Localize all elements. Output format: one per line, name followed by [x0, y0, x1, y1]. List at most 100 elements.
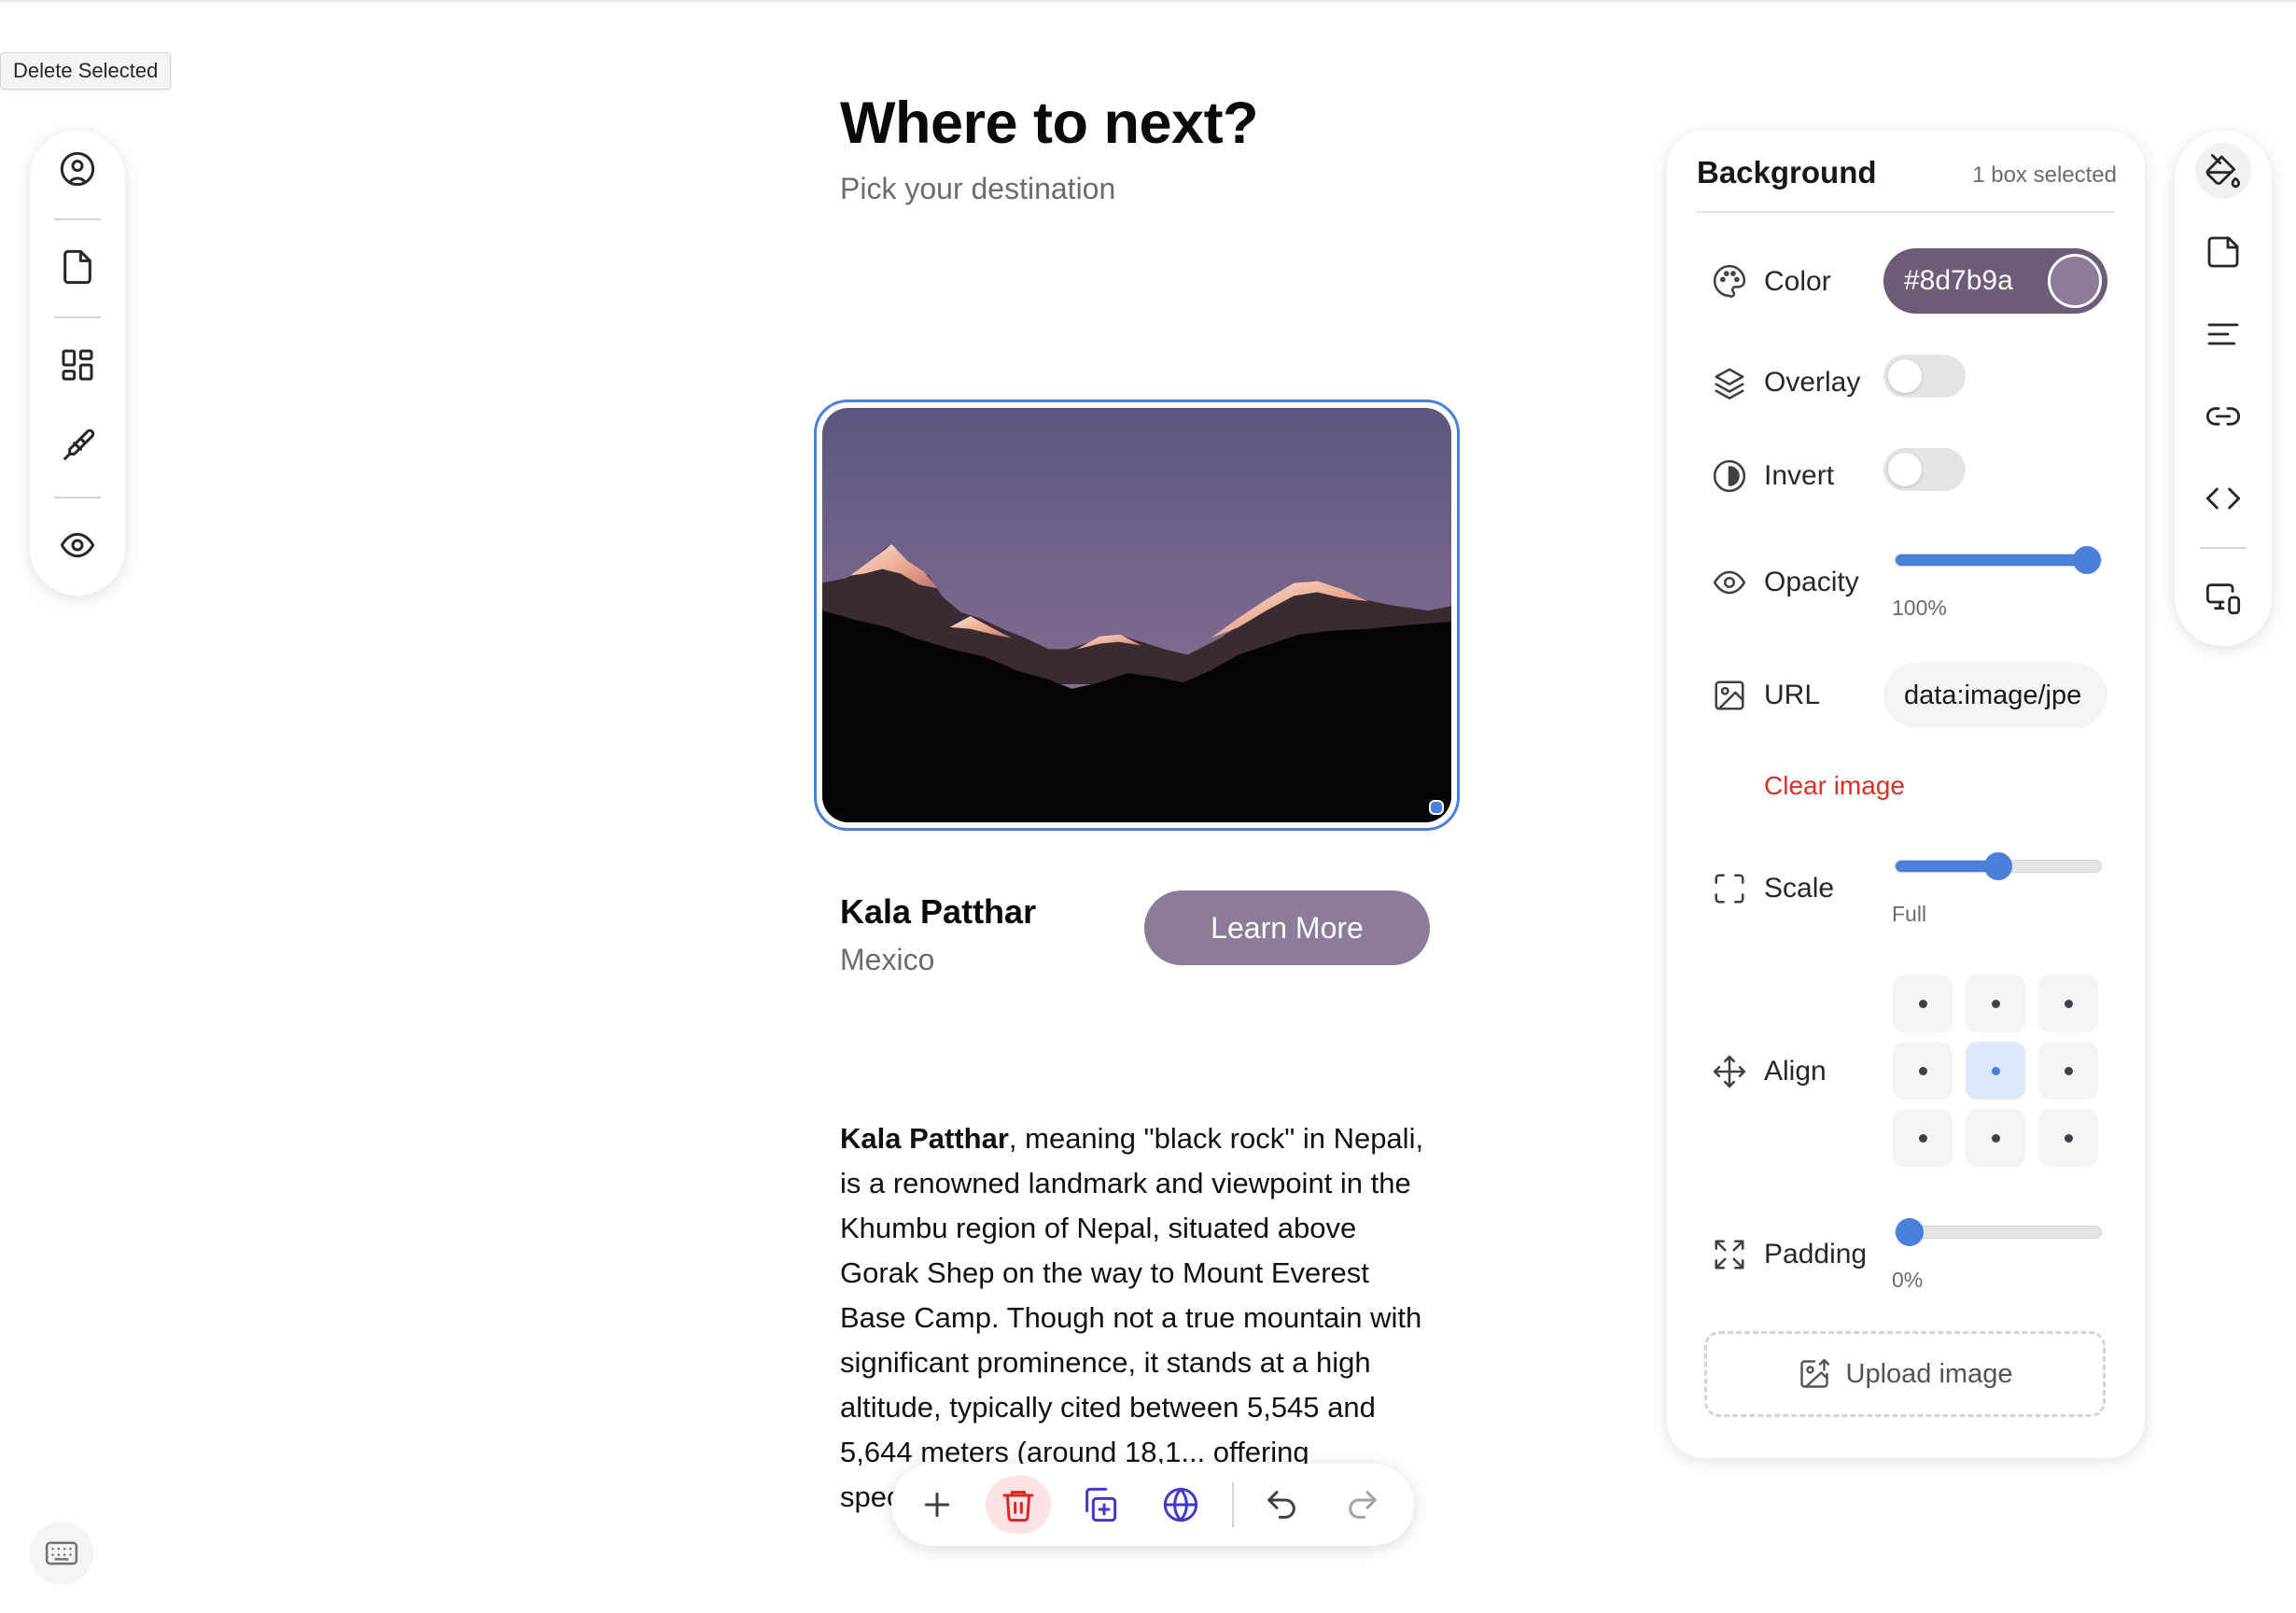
- align-center[interactable]: [1966, 1042, 2025, 1100]
- align-bottom-left[interactable]: [1893, 1109, 1953, 1167]
- code-icon: [2205, 487, 2241, 510]
- keyboard-shortcuts-button[interactable]: [30, 1522, 93, 1585]
- sticky-note-icon: [2207, 236, 2239, 268]
- align-bottom-right[interactable]: [2038, 1109, 2098, 1167]
- right-toolbar: [2175, 131, 2272, 646]
- contrast-icon: [1712, 458, 1747, 494]
- align-middle-right[interactable]: [2038, 1042, 2098, 1100]
- align-top-center[interactable]: [1966, 975, 2025, 1032]
- learn-more-button[interactable]: Learn More: [1144, 891, 1430, 965]
- paint-bucket-icon: [2205, 153, 2241, 188]
- toolbar-divider: [54, 218, 101, 220]
- scale-slider-thumb[interactable]: [1984, 852, 2012, 880]
- align-top-right[interactable]: [2038, 975, 2098, 1032]
- link-tool-button[interactable]: [2195, 388, 2251, 444]
- background-panel: Background 1 box selected Color #8d7b9a …: [1667, 131, 2145, 1458]
- align-bottom-center[interactable]: [1966, 1109, 2025, 1167]
- responsive-tool-button[interactable]: [2195, 569, 2251, 625]
- align-top-left[interactable]: [1893, 975, 1953, 1032]
- overlay-toggle[interactable]: [1883, 355, 1966, 398]
- color-value: #8d7b9a: [1904, 265, 2013, 296]
- align-left-icon: [2207, 323, 2239, 345]
- scale-label: Scale: [1764, 873, 1835, 904]
- toolbar-divider: [2200, 547, 2247, 549]
- opacity-slider[interactable]: [1895, 546, 2102, 574]
- left-toolbar: [30, 131, 125, 596]
- keyboard-icon: [45, 1541, 78, 1565]
- clear-image-link[interactable]: Clear image: [1764, 771, 1905, 801]
- opacity-caption: 100%: [1892, 596, 1947, 620]
- color-label: Color: [1764, 266, 1831, 297]
- bottom-action-bar: [891, 1464, 1414, 1546]
- padding-slider[interactable]: [1895, 1218, 2102, 1246]
- globe-icon: [1163, 1487, 1198, 1522]
- panel-divider: [1697, 211, 2115, 213]
- scale-slider-fill: [1896, 861, 1998, 872]
- page-subtitle: Pick your destination: [840, 172, 1116, 205]
- align-middle-left[interactable]: [1893, 1042, 1953, 1100]
- panel-title: Background: [1697, 155, 1877, 189]
- link-icon: [2206, 407, 2240, 426]
- preview-button[interactable]: [49, 517, 105, 573]
- note-tool-button[interactable]: [2195, 224, 2251, 280]
- padding-slider-thumb[interactable]: [1896, 1218, 1924, 1246]
- invert-label: Invert: [1764, 460, 1835, 491]
- background-tool-button[interactable]: [2195, 143, 2251, 199]
- padding-caption: 0%: [1892, 1268, 1924, 1292]
- upload-image-button[interactable]: Upload image: [1704, 1331, 2106, 1417]
- color-swatch: [2048, 254, 2102, 308]
- text-align-tool-button[interactable]: [2195, 306, 2251, 362]
- copy-plus-icon: [1085, 1487, 1117, 1522]
- description-bold-name: Kala Patthar: [840, 1122, 1009, 1155]
- undo-button[interactable]: [1249, 1476, 1314, 1534]
- opacity-slider-thumb[interactable]: [2073, 546, 2101, 574]
- delete-selected-tooltip: Delete Selected: [0, 52, 172, 90]
- page-button[interactable]: [49, 239, 105, 295]
- color-picker[interactable]: #8d7b9a: [1883, 248, 2107, 314]
- undo-icon: [1267, 1491, 1295, 1519]
- upload-image-label: Upload image: [1845, 1358, 2013, 1389]
- layout-grid-icon: [62, 349, 93, 381]
- mountain-photo: [822, 408, 1451, 822]
- palette-icon: [1712, 263, 1747, 299]
- layout-button[interactable]: [49, 337, 105, 393]
- destination-country: Mexico: [840, 943, 935, 976]
- selected-image-box[interactable]: [814, 400, 1460, 831]
- toolbar-divider: [54, 497, 101, 498]
- code-tool-button[interactable]: [2195, 470, 2251, 526]
- image-upload-icon: [1799, 1358, 1829, 1388]
- opacity-eye-icon: [1712, 565, 1747, 600]
- scale-caption: Full: [1892, 902, 1927, 926]
- opacity-slider-fill: [1896, 554, 2101, 566]
- padding-label: Padding: [1764, 1239, 1868, 1269]
- delete-selected-button[interactable]: [986, 1476, 1051, 1534]
- toolbar-divider: [54, 316, 101, 318]
- user-circle-icon: [60, 151, 95, 187]
- resize-handle[interactable]: [1429, 800, 1444, 815]
- align-grid: [1893, 975, 2102, 1169]
- align-label: Align: [1764, 1056, 1827, 1087]
- url-label: URL: [1764, 680, 1821, 710]
- destination-name: Kala Patthar: [840, 892, 1037, 931]
- destination-image: [822, 408, 1451, 822]
- globe-button[interactable]: [1148, 1476, 1213, 1534]
- description-text: , meaning "black rock" in Nepali, is a r…: [840, 1122, 1424, 1513]
- scale-slider[interactable]: [1895, 852, 2102, 880]
- profile-button[interactable]: [49, 141, 105, 197]
- url-input[interactable]: [1883, 663, 2107, 728]
- layers-icon: [1712, 365, 1747, 400]
- file-icon: [63, 249, 91, 285]
- destination-description: Kala Patthar, meaning "black rock" in Ne…: [840, 1116, 1428, 1520]
- redo-icon: [1349, 1491, 1377, 1519]
- add-button[interactable]: [904, 1476, 970, 1534]
- page-title: Where to next?: [840, 91, 1259, 156]
- trash-icon: [1002, 1491, 1034, 1522]
- move-icon: [1712, 1054, 1747, 1089]
- duplicate-button[interactable]: [1067, 1476, 1132, 1534]
- opacity-label: Opacity: [1764, 567, 1859, 597]
- style-button[interactable]: [49, 418, 105, 474]
- action-divider: [1232, 1482, 1234, 1527]
- invert-toggle[interactable]: [1883, 448, 1966, 491]
- redo-button[interactable]: [1330, 1476, 1395, 1534]
- plus-icon: [924, 1492, 950, 1518]
